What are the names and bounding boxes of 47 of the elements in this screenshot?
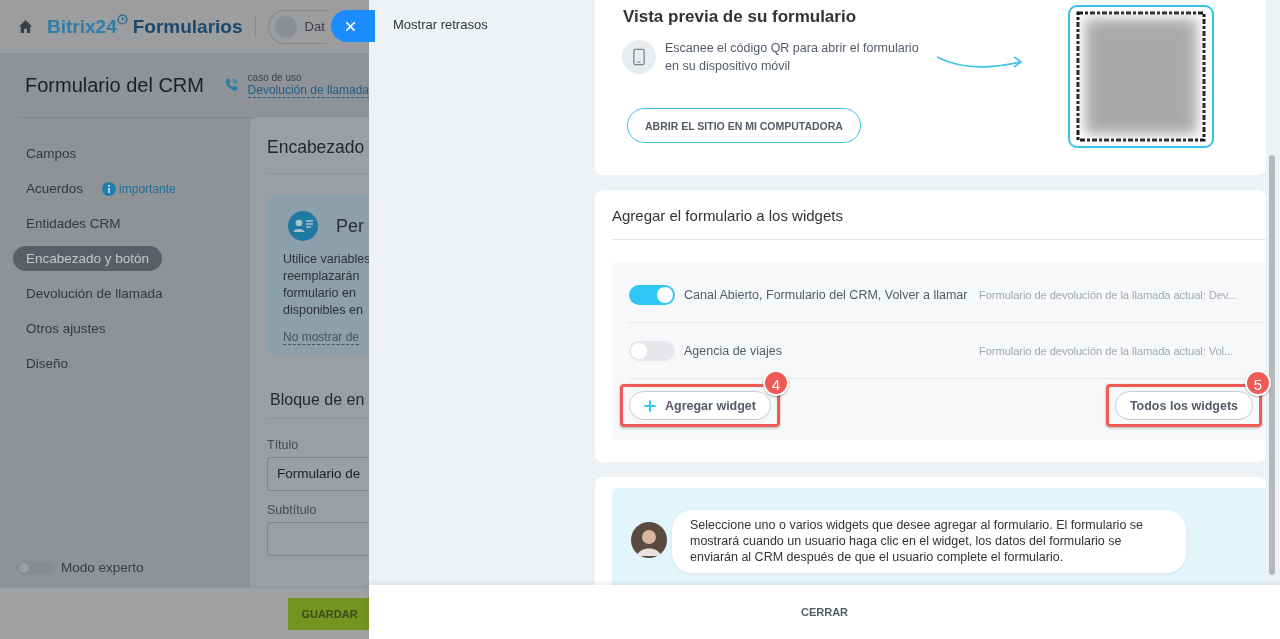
toggle-switch[interactable] (629, 285, 675, 305)
save-button[interactable]: GUARDAR (288, 597, 369, 630)
logo: Bitrix24 (47, 15, 117, 38)
info-title: Per (336, 215, 364, 237)
open-site-button[interactable]: ABRIR EL SITIO EN MI COMPUTADORA (627, 108, 861, 143)
all-widgets-button[interactable]: Todos los widgets (1114, 391, 1253, 420)
info-text: formulario en (283, 285, 356, 302)
dismiss-link[interactable]: No mostrar de (283, 330, 360, 345)
menu-item[interactable]: Acuerdos (13, 176, 97, 201)
widget-description: Formulario de devolución de la llamada actual: Vol... (979, 344, 1234, 357)
hint-message: Seleccione uno o varios widgets que desee agregar al formulario. El formulario se mostrará cuando un usuario haga clic en el widget, los datos del formulario se enviarán al CRM después de que el usuario complete el formulario. (672, 510, 1186, 573)
close-icon (345, 20, 356, 32)
logo-suffix: Formularios (132, 15, 243, 38)
widget-name: Canal Abierto, Formulario del CRM, Volver a llamar (684, 288, 969, 302)
use-case-label: caso de uso (247, 72, 303, 83)
widget-name: Agencia de viajes (684, 343, 783, 358)
field-label: Subtítulo (267, 503, 318, 517)
menu-item[interactable]: Campos (13, 141, 90, 166)
info-text: reemplazarán (283, 268, 360, 285)
menu-item[interactable]: Entidades CRM (13, 211, 134, 236)
info-text: disponibles en (283, 302, 363, 319)
avatar (631, 522, 667, 558)
clock-icon (116, 14, 128, 25)
menu-item[interactable]: Encabezado y botón (13, 246, 163, 271)
widget-description: Formulario de devolución de la llamada actual: Dev... (979, 289, 1237, 301)
nav-item[interactable]: Mostrar retrasos (393, 17, 488, 32)
mobile-phone-icon (622, 40, 656, 74)
step-badge: 5 (1245, 370, 1271, 396)
step-badge: 4 (763, 370, 789, 396)
close-button[interactable] (331, 10, 375, 42)
close-footer-button[interactable]: CERRAR (794, 605, 855, 619)
info-icon (102, 181, 117, 196)
preview-description: Escanee el código QR para abrir el formulario en su dispositivo móvil (665, 40, 920, 75)
widgets-title: Agregar el formulario a los widgets (612, 190, 1266, 240)
preview-title: Vista previa de su formulario (623, 7, 858, 27)
contact-icon (288, 211, 318, 241)
toggle-switch[interactable] (629, 340, 675, 361)
expert-mode-label: Modo experto (61, 560, 144, 575)
page-title: Formulario del CRM (25, 73, 204, 97)
add-widget-button[interactable]: Agregar widget (629, 391, 771, 420)
home-icon[interactable] (18, 19, 33, 34)
field-label: Título (267, 438, 300, 452)
menu-item[interactable]: Otros ajustes (13, 316, 119, 341)
plus-icon (644, 399, 656, 412)
scrollbar[interactable] (1269, 155, 1275, 575)
menu-item[interactable]: Diseño (13, 351, 82, 376)
menu-item[interactable]: Devolución de llamada (13, 281, 176, 306)
